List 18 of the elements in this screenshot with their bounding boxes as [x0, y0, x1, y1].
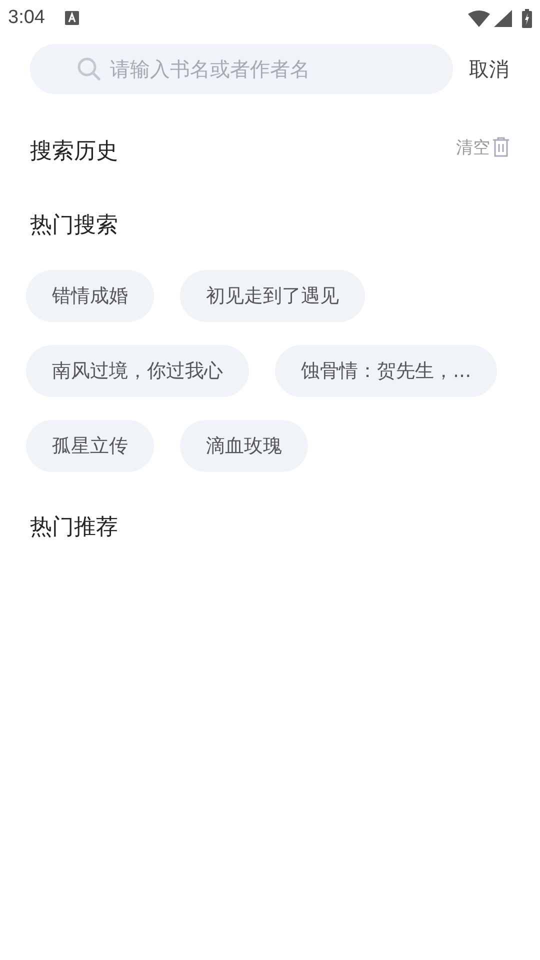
trash-icon — [492, 137, 510, 157]
signal-icon — [494, 10, 512, 26]
tag-chip[interactable]: 滴血玫瑰 — [180, 420, 308, 472]
tag-chip[interactable]: 错情成婚 — [26, 270, 154, 322]
notification-icon — [64, 11, 79, 25]
status-time: 3:04 — [8, 7, 45, 29]
cancel-button[interactable]: 取消 — [469, 56, 509, 82]
search-icon — [77, 57, 101, 81]
section-title: 搜索历史 — [30, 138, 118, 166]
search-field[interactable]: 请输入书名或者作者名 — [30, 44, 453, 94]
tag-chip[interactable]: 初见走到了遇见 — [180, 270, 365, 322]
section-title: 热门推荐 — [30, 515, 118, 540]
battery-icon — [522, 8, 532, 28]
tag-chip[interactable]: 孤星立传 — [26, 420, 154, 472]
tag-chip[interactable]: 蚀骨情：贺先生，... — [275, 345, 498, 397]
wifi-icon — [468, 10, 490, 26]
section-title: 热门搜索 — [30, 212, 118, 240]
tag-chip[interactable]: 南风过境，你过我心 — [26, 345, 249, 397]
